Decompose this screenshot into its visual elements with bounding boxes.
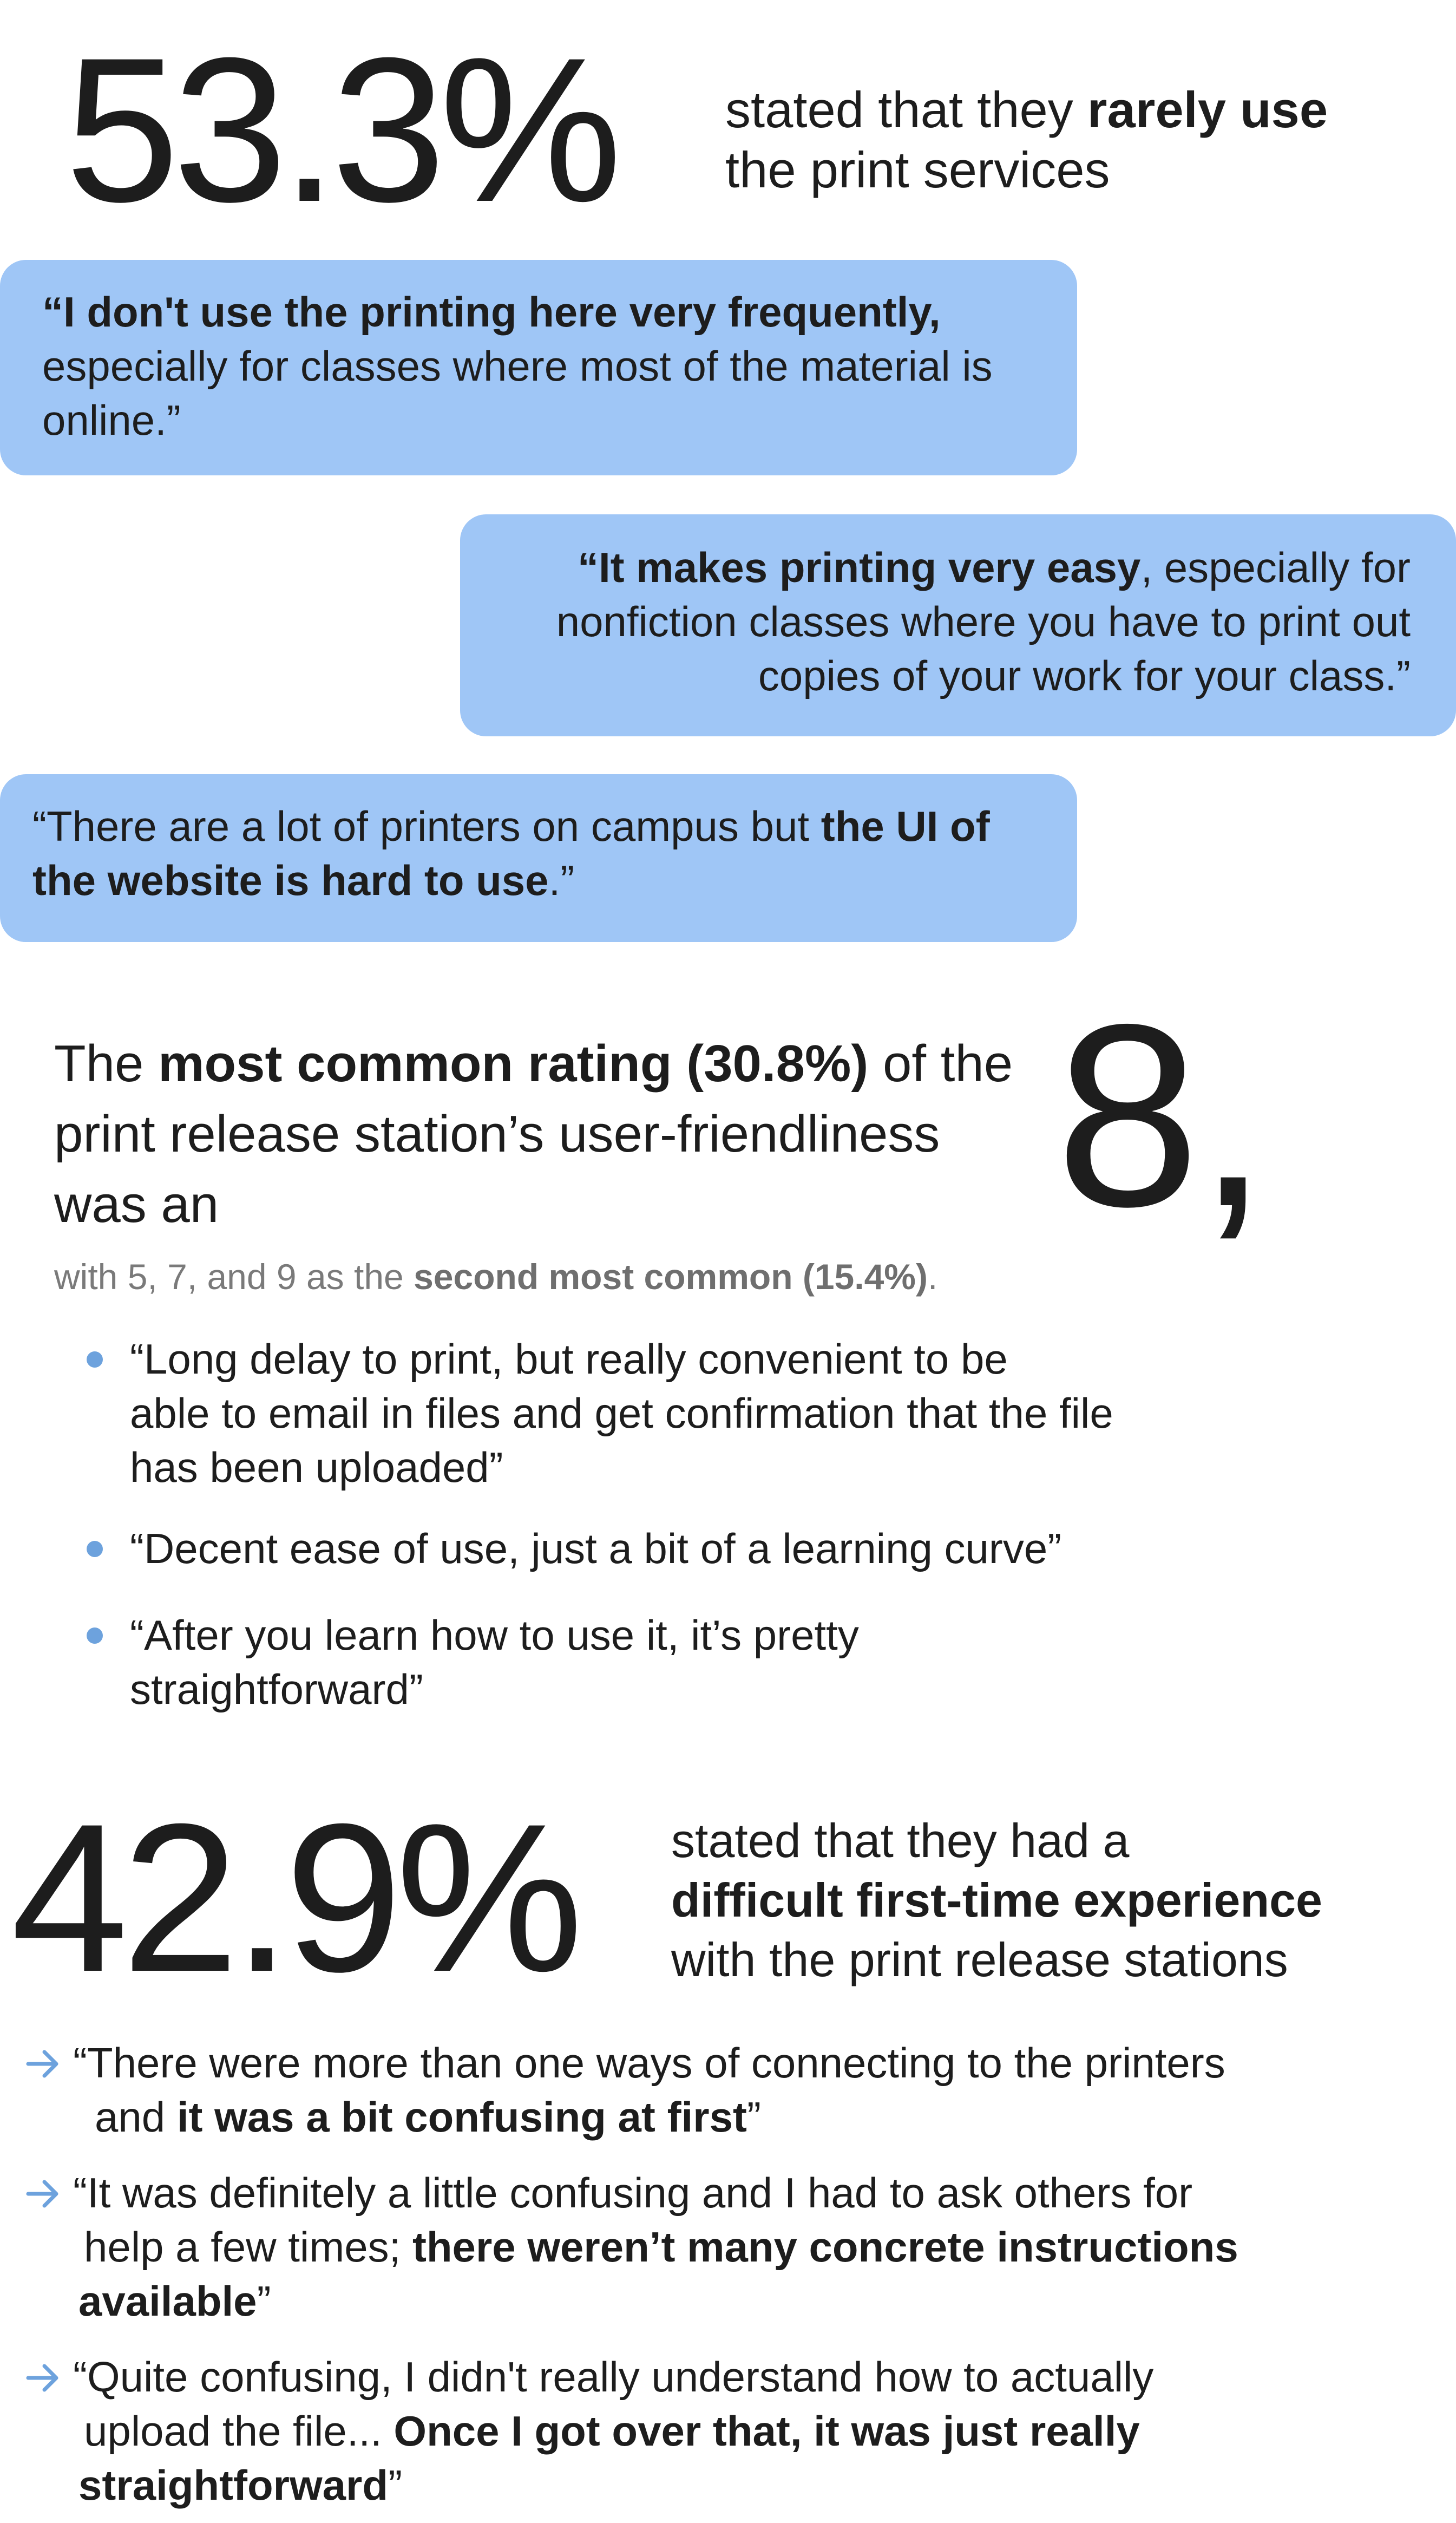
stat-difficult-caption: stated that they had a difficult first-t… (671, 1814, 1322, 1986)
arrow-right-icon (26, 2364, 58, 2392)
arrow-right-icon (26, 2180, 58, 2208)
bullet-quote-3: “After you learn how to use it, it’s pre… (130, 1611, 859, 1713)
arrow-quote-1: “There were more than one ways of connec… (73, 2039, 1225, 2141)
stat-difficult-value: 42.9% (11, 1780, 583, 2016)
quote-bubble-2: “It makes printing very easy, especially… (460, 514, 1456, 736)
rating-subtext: with 5, 7, and 9 as the second most comm… (54, 1257, 938, 1297)
arrow-quote-2: “It was definitely a little confusing an… (73, 2169, 1238, 2325)
dot-icon (87, 1541, 103, 1557)
arrow-quote-3: “Quite confusing, I didn't really unders… (73, 2353, 1154, 2509)
stat-rarely-use-value: 53.3% (65, 15, 622, 245)
arrow-right-icon (26, 2050, 58, 2078)
quote-bubble-3: “There are a lot of printers on campus b… (0, 774, 1077, 942)
bullet-quote-1: “Long delay to print, but really conveni… (130, 1335, 1113, 1491)
dot-icon (87, 1627, 103, 1644)
stat-rarely-use-caption: stated that they rarely use the print se… (725, 81, 1328, 198)
rating-big-value: 8, (1055, 970, 1269, 1260)
bullet-quote-2: “Decent ease of use, just a bit of a lea… (130, 1525, 1062, 1572)
rating-description: The most common rating (30.8%) of the pr… (54, 1035, 1013, 1233)
dot-icon (87, 1351, 103, 1368)
quote-bubble-1: “I don't use the printing here very freq… (0, 260, 1077, 475)
